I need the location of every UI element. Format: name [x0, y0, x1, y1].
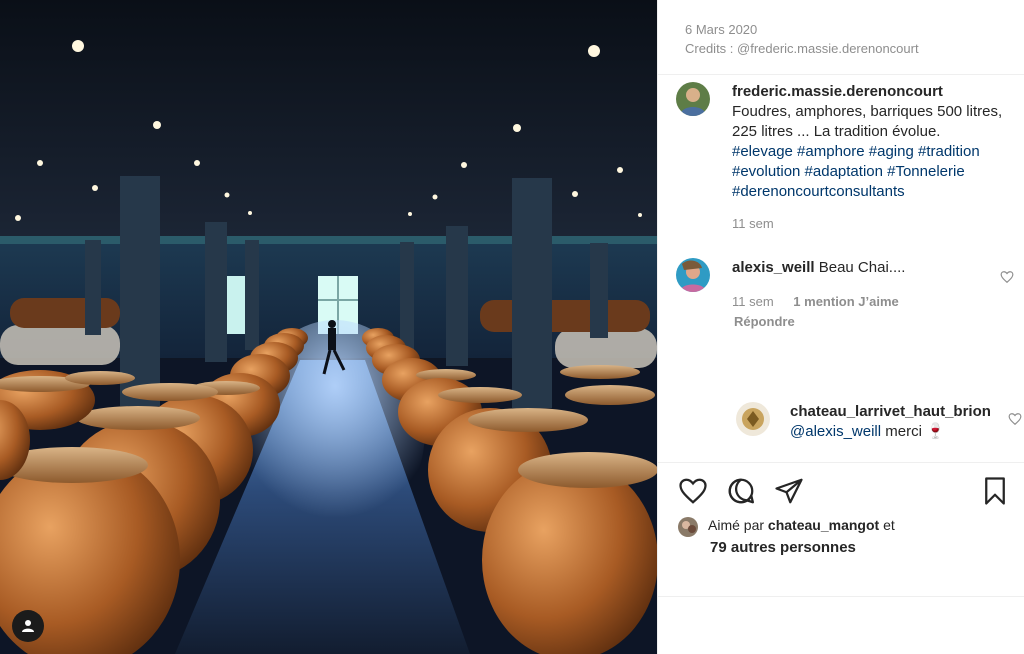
action-bar: [658, 476, 1024, 508]
post-date: 6 Mars 2020: [685, 22, 758, 37]
liker-username[interactable]: chateau_mangot: [768, 517, 879, 533]
post-credits: Credits : @frederic.massie.derenoncourt: [685, 41, 919, 56]
reply-username[interactable]: chateau_larrivet_haut_brion: [790, 402, 1000, 422]
bookmark-icon[interactable]: [980, 476, 1010, 506]
likes-suffix: et: [883, 517, 895, 533]
author-avatar[interactable]: [676, 82, 710, 116]
reply-mention[interactable]: @alexis_weill: [790, 423, 881, 440]
paper-plane-icon[interactable]: [774, 476, 804, 506]
reply-avatar[interactable]: [736, 402, 770, 436]
author-username[interactable]: frederic.massie.derenoncourt: [732, 82, 1017, 102]
divider: [658, 596, 1024, 597]
divider: [658, 462, 1024, 463]
reply-text: merci 🍷: [885, 423, 945, 440]
comment-line: alexis_weill Beau Chai....: [732, 258, 997, 278]
user-tag-icon: [22, 620, 34, 632]
comment-likes[interactable]: 1 mention J’aime: [793, 294, 898, 309]
caption-time: 11 sem: [732, 216, 774, 231]
post-photo[interactable]: [0, 0, 657, 654]
commenter-avatar[interactable]: [676, 258, 710, 292]
reply-line: chateau_larrivet_haut_brion @alexis_weil…: [790, 402, 1000, 442]
comment-username[interactable]: alexis_weill: [732, 259, 815, 276]
comment-text: Beau Chai....: [818, 259, 906, 276]
comment-icon[interactable]: [726, 476, 756, 506]
cellar-photo: [0, 0, 657, 654]
comment-heart-icon[interactable]: [1000, 270, 1014, 284]
likes-others[interactable]: 79 autres personnes: [710, 537, 856, 558]
comment-time: 11 sem: [732, 294, 774, 309]
liker-avatar[interactable]: [678, 517, 698, 537]
caption: frederic.massie.derenoncourt Foudres, am…: [732, 82, 1017, 234]
reply-button[interactable]: Répondre: [734, 314, 795, 329]
comment-meta: 11 sem 1 mention J’aime: [732, 294, 915, 309]
caption-hashtags[interactable]: #elevage #amphore #aging #tradition #evo…: [732, 142, 1017, 202]
post-side-panel: 6 Mars 2020 Credits : @frederic.massie.d…: [657, 0, 1024, 654]
likes-line: Aimé par chateau_mangot et: [708, 515, 895, 536]
post-meta: 6 Mars 2020 Credits : @frederic.massie.d…: [685, 20, 919, 58]
divider: [658, 74, 1024, 75]
reply-heart-icon[interactable]: [1008, 412, 1022, 426]
heart-icon[interactable]: [678, 476, 708, 506]
user-tag-button[interactable]: [12, 610, 44, 642]
likes-prefix: Aimé par: [708, 517, 765, 533]
caption-text: Foudres, amphores, barriques 500 litres,…: [732, 103, 1003, 140]
